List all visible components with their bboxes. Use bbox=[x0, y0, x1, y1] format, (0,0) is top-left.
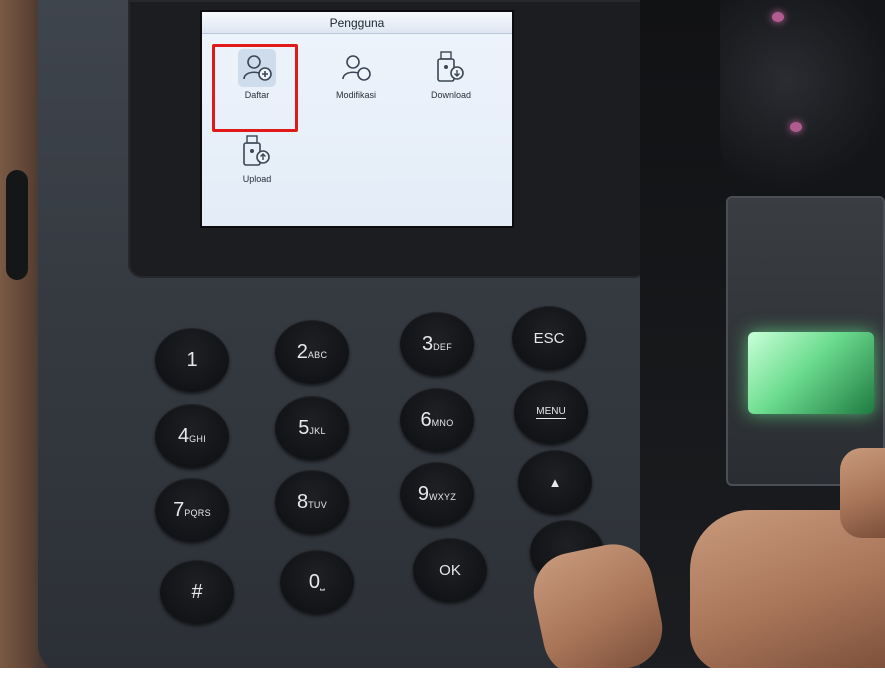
key-sublabel: TUV bbox=[308, 500, 328, 510]
key-menu[interactable]: MENU bbox=[514, 380, 588, 444]
key-label: OK bbox=[439, 561, 461, 579]
menu-item-label: Upload bbox=[242, 174, 272, 184]
led-indicator bbox=[772, 12, 784, 22]
key-label: 7 bbox=[173, 498, 185, 521]
key-sublabel: MNO bbox=[431, 418, 454, 428]
device-photo: Pengguna Daftar Modifikasi Download Uplo… bbox=[0, 0, 885, 673]
key-sublabel: JKL bbox=[309, 426, 326, 436]
key-label: 4 bbox=[177, 424, 190, 447]
menu-item-label: Modifikasi bbox=[335, 90, 376, 100]
key-0[interactable]: 0 ⎵ bbox=[280, 550, 354, 614]
key-9[interactable]: 9 WXYZ bbox=[400, 462, 474, 526]
key-label: 2 bbox=[296, 340, 308, 363]
key-2[interactable]: 2 ABC bbox=[275, 320, 349, 384]
screen-title: Pengguna bbox=[202, 12, 512, 34]
key-8[interactable]: 8 TUV bbox=[275, 470, 349, 534]
key-label: MENU bbox=[536, 405, 566, 419]
key-label: # bbox=[191, 580, 203, 603]
key-5[interactable]: 5 JKL bbox=[275, 396, 349, 460]
finger bbox=[840, 448, 885, 538]
key-sublabel: WXYZ bbox=[428, 492, 457, 502]
menu-item-modifikasi[interactable]: Modifikasi bbox=[318, 44, 394, 122]
key-4[interactable]: 4 GHI bbox=[155, 404, 229, 468]
key-6[interactable]: 6 MNO bbox=[400, 388, 474, 452]
key-sublabel: ABC bbox=[307, 350, 328, 360]
key-label: 9 bbox=[417, 482, 429, 505]
key-label: 6 bbox=[420, 408, 432, 431]
key-label: 0 bbox=[308, 570, 320, 593]
menu-item-download[interactable]: Download bbox=[413, 44, 489, 122]
key-7[interactable]: 7 PQRS bbox=[155, 478, 229, 542]
key-1[interactable]: 1 bbox=[155, 328, 229, 392]
up-arrow-icon: ▲ bbox=[548, 474, 562, 490]
space-icon: ⎵ bbox=[320, 576, 326, 591]
key-hash[interactable]: # bbox=[160, 560, 234, 624]
key-label: ESC bbox=[533, 329, 565, 347]
key-label: 3 bbox=[421, 332, 434, 355]
key-sublabel: DEF bbox=[433, 342, 453, 352]
user-edit-icon bbox=[342, 55, 371, 81]
key-esc[interactable]: ESC bbox=[512, 306, 586, 370]
key-sublabel: PQRS bbox=[184, 508, 211, 518]
key-3[interactable]: 3 DEF bbox=[400, 312, 474, 376]
cable bbox=[6, 170, 28, 280]
image-border bbox=[0, 668, 885, 673]
led-indicator bbox=[790, 122, 802, 132]
fingerprint-scanner-glass[interactable] bbox=[748, 332, 874, 414]
key-label: 1 bbox=[186, 348, 198, 371]
selection-highlight bbox=[212, 44, 298, 132]
key-label: 5 bbox=[298, 416, 310, 439]
menu-item-label: Download bbox=[430, 90, 472, 100]
usb-upload-icon bbox=[243, 135, 270, 166]
key-ok[interactable]: OK bbox=[413, 538, 487, 602]
camera-module bbox=[720, 0, 885, 200]
menu-item-upload[interactable]: Upload bbox=[219, 128, 295, 206]
usb-download-icon bbox=[437, 51, 464, 82]
key-label: 8 bbox=[296, 490, 309, 513]
key-up[interactable]: ▲ bbox=[518, 450, 592, 514]
key-sublabel: GHI bbox=[189, 434, 207, 444]
